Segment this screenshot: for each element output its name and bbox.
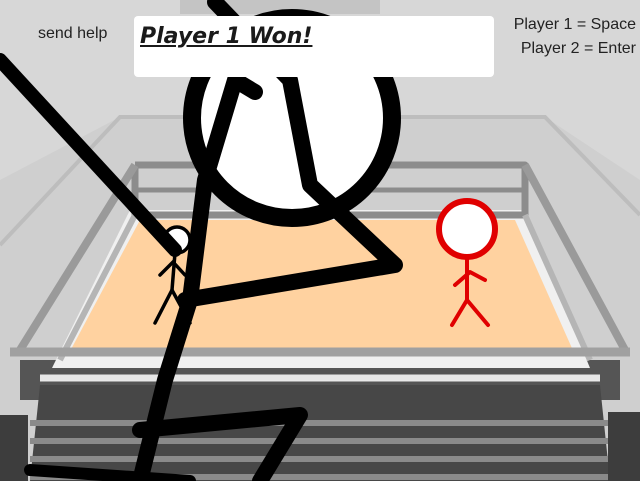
player2-head bbox=[436, 198, 498, 260]
ring-post-left bbox=[0, 415, 28, 481]
player1-control-label: Player 1 = Space bbox=[513, 16, 636, 33]
ring-apron bbox=[30, 385, 610, 481]
ring-mat bbox=[68, 220, 575, 355]
ring-post-right bbox=[608, 412, 640, 481]
winner-text: Player 1 Won! bbox=[140, 24, 313, 49]
winner-banner: Player 1 Won! bbox=[134, 16, 494, 77]
send-help-link[interactable]: send help bbox=[38, 25, 107, 43]
controls-legend: Player 1 = Space Player 2 = Enter bbox=[514, 13, 636, 61]
player2-control-label: Player 2 = Enter bbox=[520, 40, 636, 57]
